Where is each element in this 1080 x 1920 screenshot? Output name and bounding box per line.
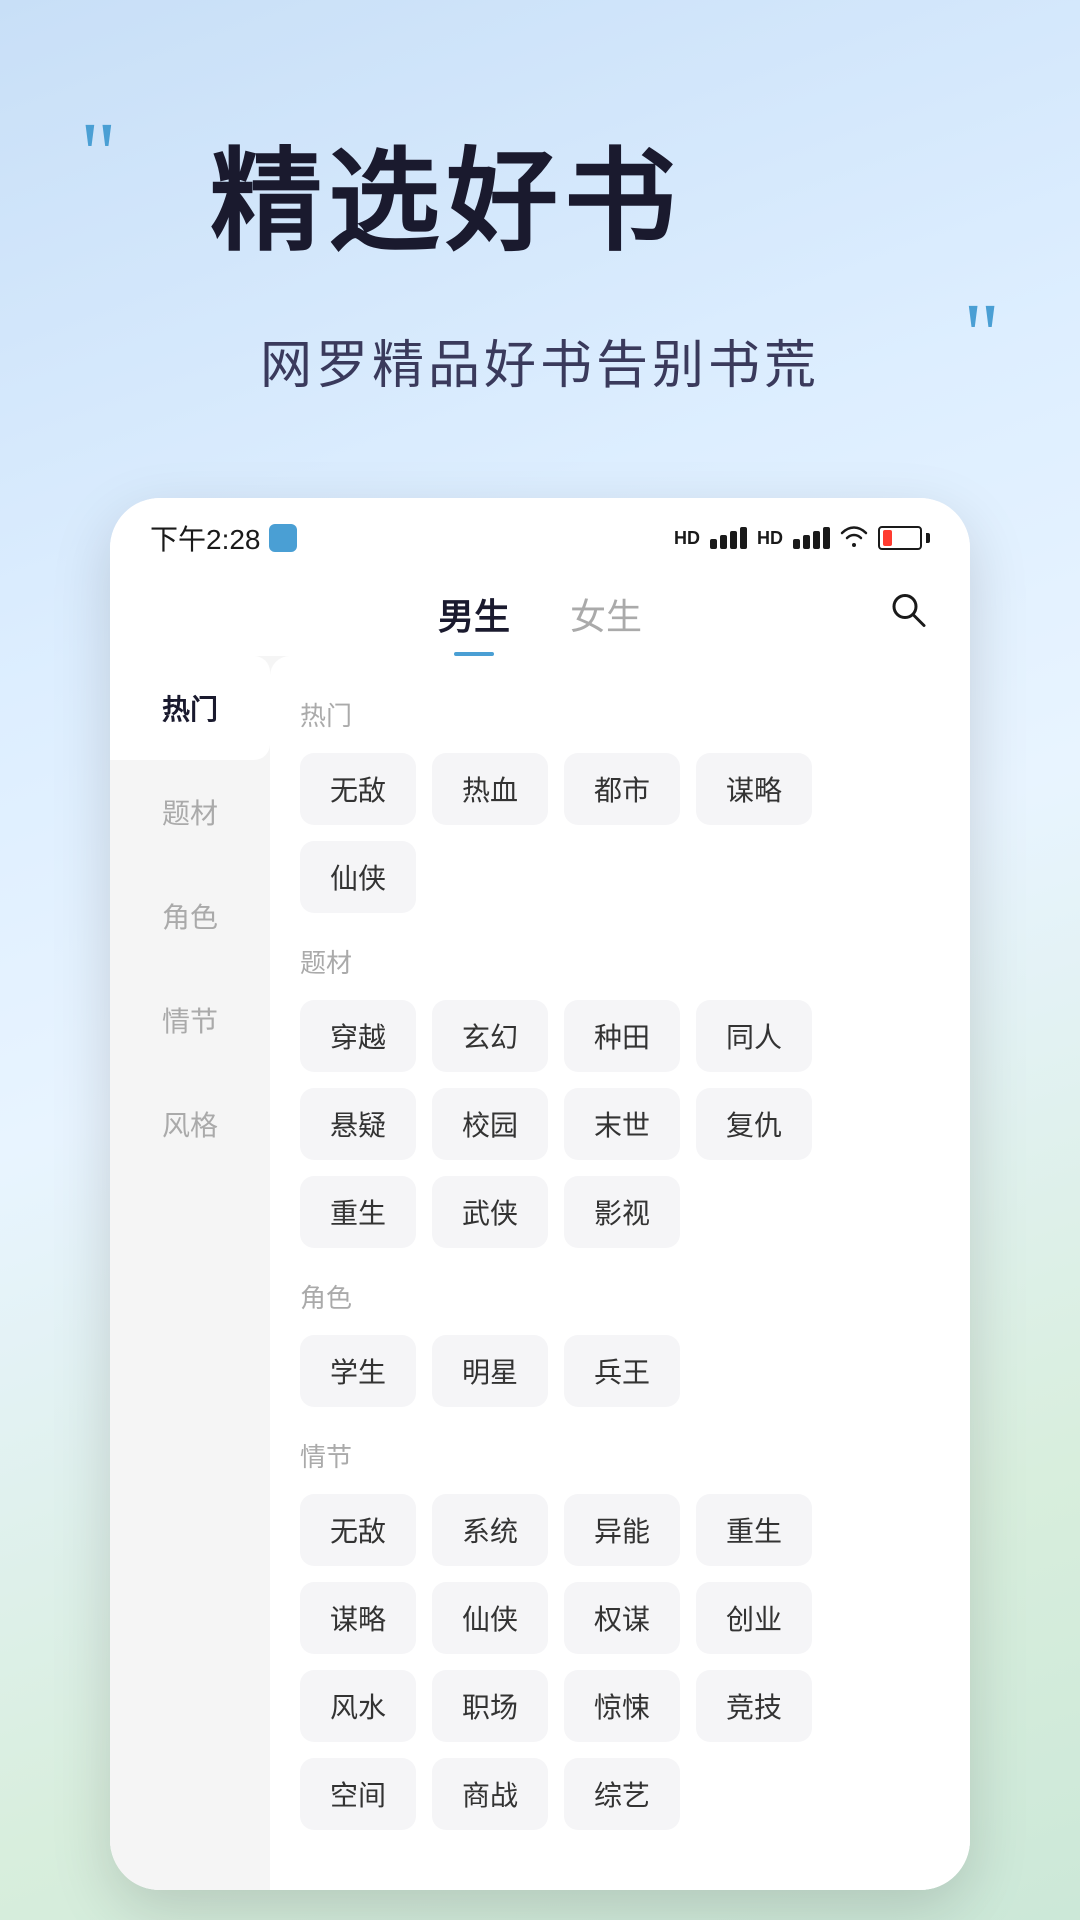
section-title-role: 角色 (300, 1278, 940, 1315)
phone-mockup: 下午2:28 HD HD (110, 498, 970, 1890)
sidebar-item-hot[interactable]: 热门 (110, 656, 270, 760)
tag-strategy[interactable]: 谋略 (696, 753, 812, 825)
sidebar: 热门 题材 角色 情节 风格 (110, 656, 270, 1890)
tab-female[interactable]: 女生 (540, 578, 672, 656)
tag-student[interactable]: 学生 (300, 1335, 416, 1407)
sidebar-item-role[interactable]: 角色 (110, 864, 270, 968)
quote-right-icon: " (963, 291, 1000, 381)
sidebar-item-plot[interactable]: 情节 (110, 968, 270, 1072)
quote-left-icon: " (80, 110, 117, 200)
tag-hot-blood[interactable]: 热血 (432, 753, 548, 825)
tag-rebirth[interactable]: 重生 (300, 1176, 416, 1248)
tag-fantasy[interactable]: 玄幻 (432, 1000, 548, 1072)
section-title-subject: 题材 (300, 943, 940, 980)
tag-plot-invincible[interactable]: 无敌 (300, 1494, 416, 1566)
wifi-icon (840, 523, 868, 554)
app-dot-icon (269, 524, 297, 552)
tag-city[interactable]: 都市 (564, 753, 680, 825)
sidebar-item-subject[interactable]: 题材 (110, 760, 270, 864)
tag-invincible[interactable]: 无敌 (300, 753, 416, 825)
tags-grid-plot: 无敌 系统 异能 重生 谋略 仙侠 权谋 创业 风水 职场 惊悚 竞技 空间 商… (300, 1494, 940, 1830)
top-section: " 精选好书 网罗精品好书告别书荒 " (0, 0, 1080, 458)
tag-power-struggle[interactable]: 权谋 (564, 1582, 680, 1654)
tag-star[interactable]: 明星 (432, 1335, 548, 1407)
tag-competition[interactable]: 竞技 (696, 1670, 812, 1742)
tag-plot-strategy[interactable]: 谋略 (300, 1582, 416, 1654)
tag-startup[interactable]: 创业 (696, 1582, 812, 1654)
tag-revenge[interactable]: 复仇 (696, 1088, 812, 1160)
signal-bars-icon (710, 527, 747, 549)
hd1-label: HD (674, 528, 700, 549)
right-content: 热门 无敌 热血 都市 谋略 仙侠 题材 穿越 玄幻 种田 同人 悬疑 校园 末… (270, 656, 970, 1890)
tag-thriller[interactable]: 惊悚 (564, 1670, 680, 1742)
tag-mystery[interactable]: 悬疑 (300, 1088, 416, 1160)
tag-workplace[interactable]: 职场 (432, 1670, 548, 1742)
tag-xianxia[interactable]: 仙侠 (300, 841, 416, 913)
tag-soldier-king[interactable]: 兵王 (564, 1335, 680, 1407)
tag-superpower[interactable]: 异能 (564, 1494, 680, 1566)
battery-tip (926, 533, 930, 543)
tag-variety[interactable]: 综艺 (564, 1758, 680, 1830)
tags-grid-role: 学生 明星 兵王 (300, 1335, 940, 1407)
nav-tabs: 男生 女生 (110, 568, 970, 656)
hd2-label: HD (757, 528, 783, 549)
tag-campus[interactable]: 校园 (432, 1088, 548, 1160)
battery-container (878, 526, 930, 550)
main-title: 精选好书 (210, 140, 1000, 263)
status-icons: HD HD (674, 523, 930, 554)
tag-business[interactable]: 商战 (432, 1758, 548, 1830)
battery-fill (883, 530, 892, 546)
tag-farming[interactable]: 种田 (564, 1000, 680, 1072)
tag-plot-xianxia[interactable]: 仙侠 (432, 1582, 548, 1654)
tag-apocalypse[interactable]: 末世 (564, 1088, 680, 1160)
sub-title: 网罗精品好书告别书荒 (260, 323, 820, 398)
search-button[interactable] (886, 588, 930, 637)
tags-grid-subject: 穿越 玄幻 种田 同人 悬疑 校园 末世 复仇 重生 武侠 影视 (300, 1000, 940, 1248)
tag-film[interactable]: 影视 (564, 1176, 680, 1248)
tag-wuxia[interactable]: 武侠 (432, 1176, 548, 1248)
sidebar-item-style[interactable]: 风格 (110, 1072, 270, 1176)
tab-male[interactable]: 男生 (408, 578, 540, 656)
tag-system[interactable]: 系统 (432, 1494, 548, 1566)
battery-icon (878, 526, 922, 550)
content-area: 热门 题材 角色 情节 风格 热门 无敌 热血 都市 谋略 仙侠 题材 穿越 玄… (110, 656, 970, 1890)
tag-time-travel[interactable]: 穿越 (300, 1000, 416, 1072)
status-bar: 下午2:28 HD HD (110, 498, 970, 568)
status-time: 下午2:28 (150, 518, 297, 558)
signal-bars2-icon (793, 527, 830, 549)
section-title-plot: 情节 (300, 1437, 940, 1474)
tag-plot-rebirth[interactable]: 重生 (696, 1494, 812, 1566)
tag-fanfiction[interactable]: 同人 (696, 1000, 812, 1072)
tag-fengshui[interactable]: 风水 (300, 1670, 416, 1742)
section-title-hot: 热门 (300, 696, 940, 733)
tag-space[interactable]: 空间 (300, 1758, 416, 1830)
tags-grid-hot: 无敌 热血 都市 谋略 仙侠 (300, 753, 940, 913)
